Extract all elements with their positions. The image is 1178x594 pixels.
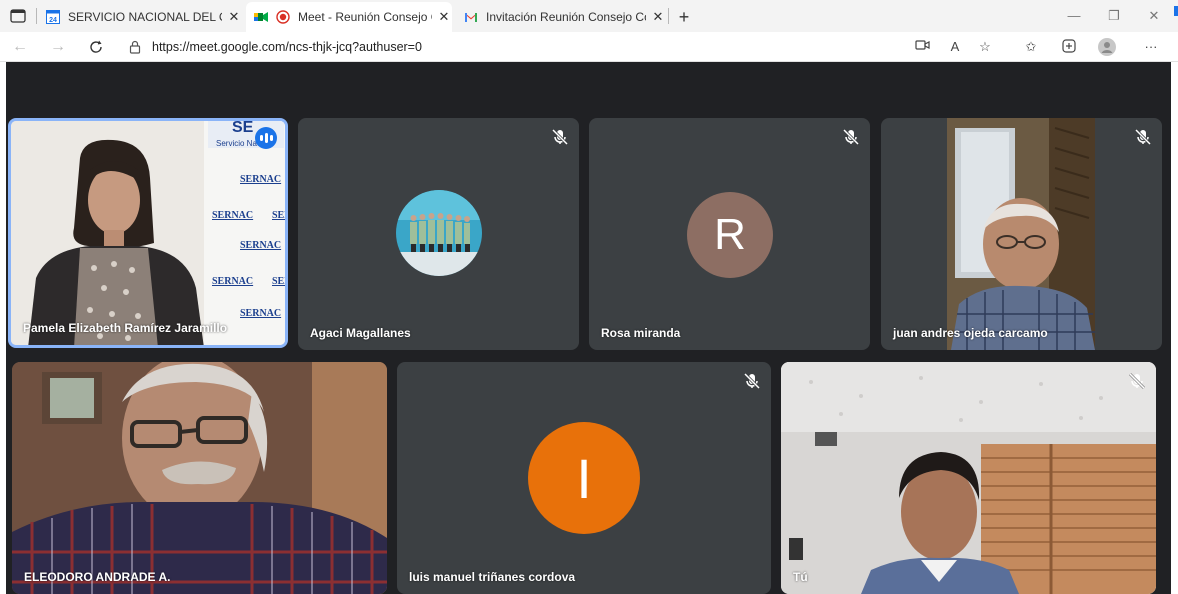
collections-icon[interactable] (1060, 38, 1078, 56)
sernac-sign: SERNAC (240, 174, 281, 185)
participant-video: SE Servicio Nac SERNAC SERNAC SEF SERNAC… (11, 119, 288, 345)
participant-tile[interactable]: Agaci Magallanes (298, 118, 579, 350)
tab-title: SERVICIO NACIONAL DEL CONSU (68, 10, 222, 24)
browser-toolbar: ← → https://meet.google.com/ncs-thjk-jcq… (0, 32, 1178, 62)
participant-tile[interactable]: R Rosa miranda (589, 118, 870, 350)
sernac-sign: SERNAC (240, 308, 281, 319)
participant-tile[interactable]: I luis manuel triñanes cordova (397, 362, 771, 594)
tab-gmail[interactable]: Invitación Reunión Consejo Cons ✕ (458, 4, 666, 30)
address-bar[interactable]: https://meet.google.com/ncs-thjk-jcq?aut… (128, 36, 908, 58)
participant-name: Agaci Magallanes (310, 326, 411, 340)
self-view-tile[interactable]: Tú (781, 362, 1156, 594)
participant-name: Tú (793, 570, 808, 584)
gmail-icon (464, 10, 478, 24)
tab-sernac[interactable]: 24 SERVICIO NACIONAL DEL CONSU ✕ (42, 4, 242, 30)
close-icon[interactable]: ✕ (226, 9, 242, 25)
mic-off-icon (743, 372, 761, 390)
meet-stage: SE Servicio Nac SERNAC SERNAC SEF SERNAC… (6, 62, 1171, 594)
calendar-icon: 24 (46, 10, 60, 24)
avatar: I (528, 422, 640, 534)
mic-off-icon (842, 128, 860, 146)
tab-actions-icon[interactable] (8, 6, 28, 26)
close-icon[interactable]: ✕ (436, 9, 452, 25)
read-aloud-label: A (950, 39, 960, 54)
back-icon[interactable]: ← (10, 37, 30, 57)
avatar: R (687, 192, 773, 278)
tab-separator (668, 8, 669, 24)
sernac-sign: SERNAC (212, 276, 253, 287)
tab-meet[interactable]: Meet - Reunión Consejo Co ✕ (246, 2, 452, 32)
participant-name: luis manuel triñanes cordova (409, 570, 576, 584)
lock-icon[interactable] (128, 40, 142, 54)
mic-off-icon (1134, 128, 1152, 146)
svg-text:SE: SE (232, 119, 254, 136)
svg-text:SEF: SEF (272, 210, 288, 221)
new-tab-button[interactable]: + (672, 4, 696, 30)
read-aloud-icon[interactable]: A (946, 38, 964, 56)
more-icon[interactable]: ··· (1140, 38, 1162, 56)
participant-name: juan andres ojeda carcamo (893, 326, 1048, 340)
mic-off-icon (551, 128, 569, 146)
participant-name: Rosa miranda (601, 326, 681, 340)
participant-name: ELEODORO ANDRADE A. (24, 570, 171, 584)
tab-separator (36, 8, 37, 24)
participant-tile[interactable]: juan andres ojeda carcamo (881, 118, 1162, 350)
camera-icon[interactable] (914, 38, 932, 56)
favorites-icon[interactable]: ✩ (1022, 38, 1040, 56)
mic-off-icon (1128, 372, 1146, 390)
participant-name: Pamela Elizabeth Ramírez Jaramillo (23, 321, 228, 335)
sernac-sign: SERNAC (240, 240, 281, 251)
minimize-icon[interactable]: — (1054, 6, 1094, 26)
avatar (396, 190, 482, 276)
tab-strip: 24 SERVICIO NACIONAL DEL CONSU ✕ Meet - … (0, 0, 1178, 32)
recording-icon (276, 10, 290, 24)
restore-icon[interactable]: ❐ (1094, 6, 1134, 26)
svg-text:Servicio Nac: Servicio Nac (216, 139, 261, 148)
add-favorite-icon[interactable]: ☆ (976, 38, 994, 56)
svg-text:24: 24 (49, 17, 57, 24)
sernac-sign: SERNAC (212, 210, 253, 221)
participant-video (781, 362, 1156, 594)
close-window-icon[interactable]: ✕ (1134, 6, 1174, 26)
tab-title: Meet - Reunión Consejo Co (298, 10, 432, 24)
participant-video (947, 118, 1095, 350)
forward-icon[interactable]: → (48, 37, 68, 57)
refresh-icon[interactable] (86, 37, 106, 57)
speaking-indicator-icon (255, 127, 277, 149)
close-icon[interactable]: ✕ (650, 9, 666, 25)
profile-avatar[interactable] (1098, 38, 1116, 56)
participant-video (12, 362, 387, 594)
tab-title: Invitación Reunión Consejo Cons (486, 10, 646, 24)
participant-tile[interactable]: SE Servicio Nac SERNAC SERNAC SEF SERNAC… (8, 118, 288, 348)
meet-icon (254, 10, 268, 24)
participant-tile[interactable]: ELEODORO ANDRADE A. (12, 362, 387, 594)
edge-accent (1174, 6, 1178, 16)
url-text: https://meet.google.com/ncs-thjk-jcq?aut… (152, 40, 422, 54)
svg-text:SEF: SEF (272, 276, 288, 287)
